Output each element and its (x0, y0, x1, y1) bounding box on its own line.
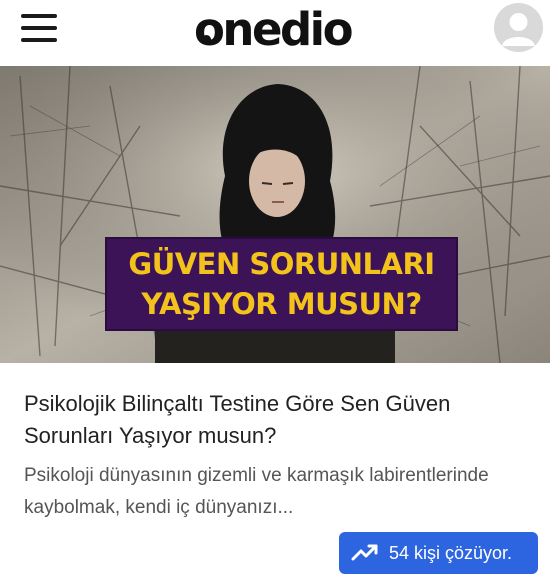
logo-text: onedio (194, 2, 354, 56)
logo-dot (202, 35, 211, 44)
trending-up-icon (351, 544, 378, 561)
badge-line-2: YAŞIYOR MUSUN? (141, 287, 422, 321)
article-title[interactable]: Psikolojik Bilinçaltı Testine Göre Sen G… (24, 388, 529, 452)
user-avatar-icon[interactable] (494, 3, 543, 52)
article-hero-image[interactable]: GÜVEN SORUNLARI YAŞIYOR MUSUN? (0, 66, 550, 363)
solving-count-button[interactable]: 54 kişi çözüyor. (339, 532, 538, 574)
solving-count-label: 54 kişi çözüyor. (389, 542, 513, 563)
image-title-badge: GÜVEN SORUNLARI YAŞIYOR MUSUN? (105, 237, 458, 331)
onedio-logo[interactable]: onedio (194, 1, 354, 57)
top-header: onedio (0, 0, 550, 66)
article-excerpt: Psikoloji dünyasının gizemli ve karmaşık… (24, 465, 489, 518)
hamburger-menu-icon[interactable] (21, 14, 57, 42)
badge-line-1: GÜVEN SORUNLARI (128, 247, 435, 281)
